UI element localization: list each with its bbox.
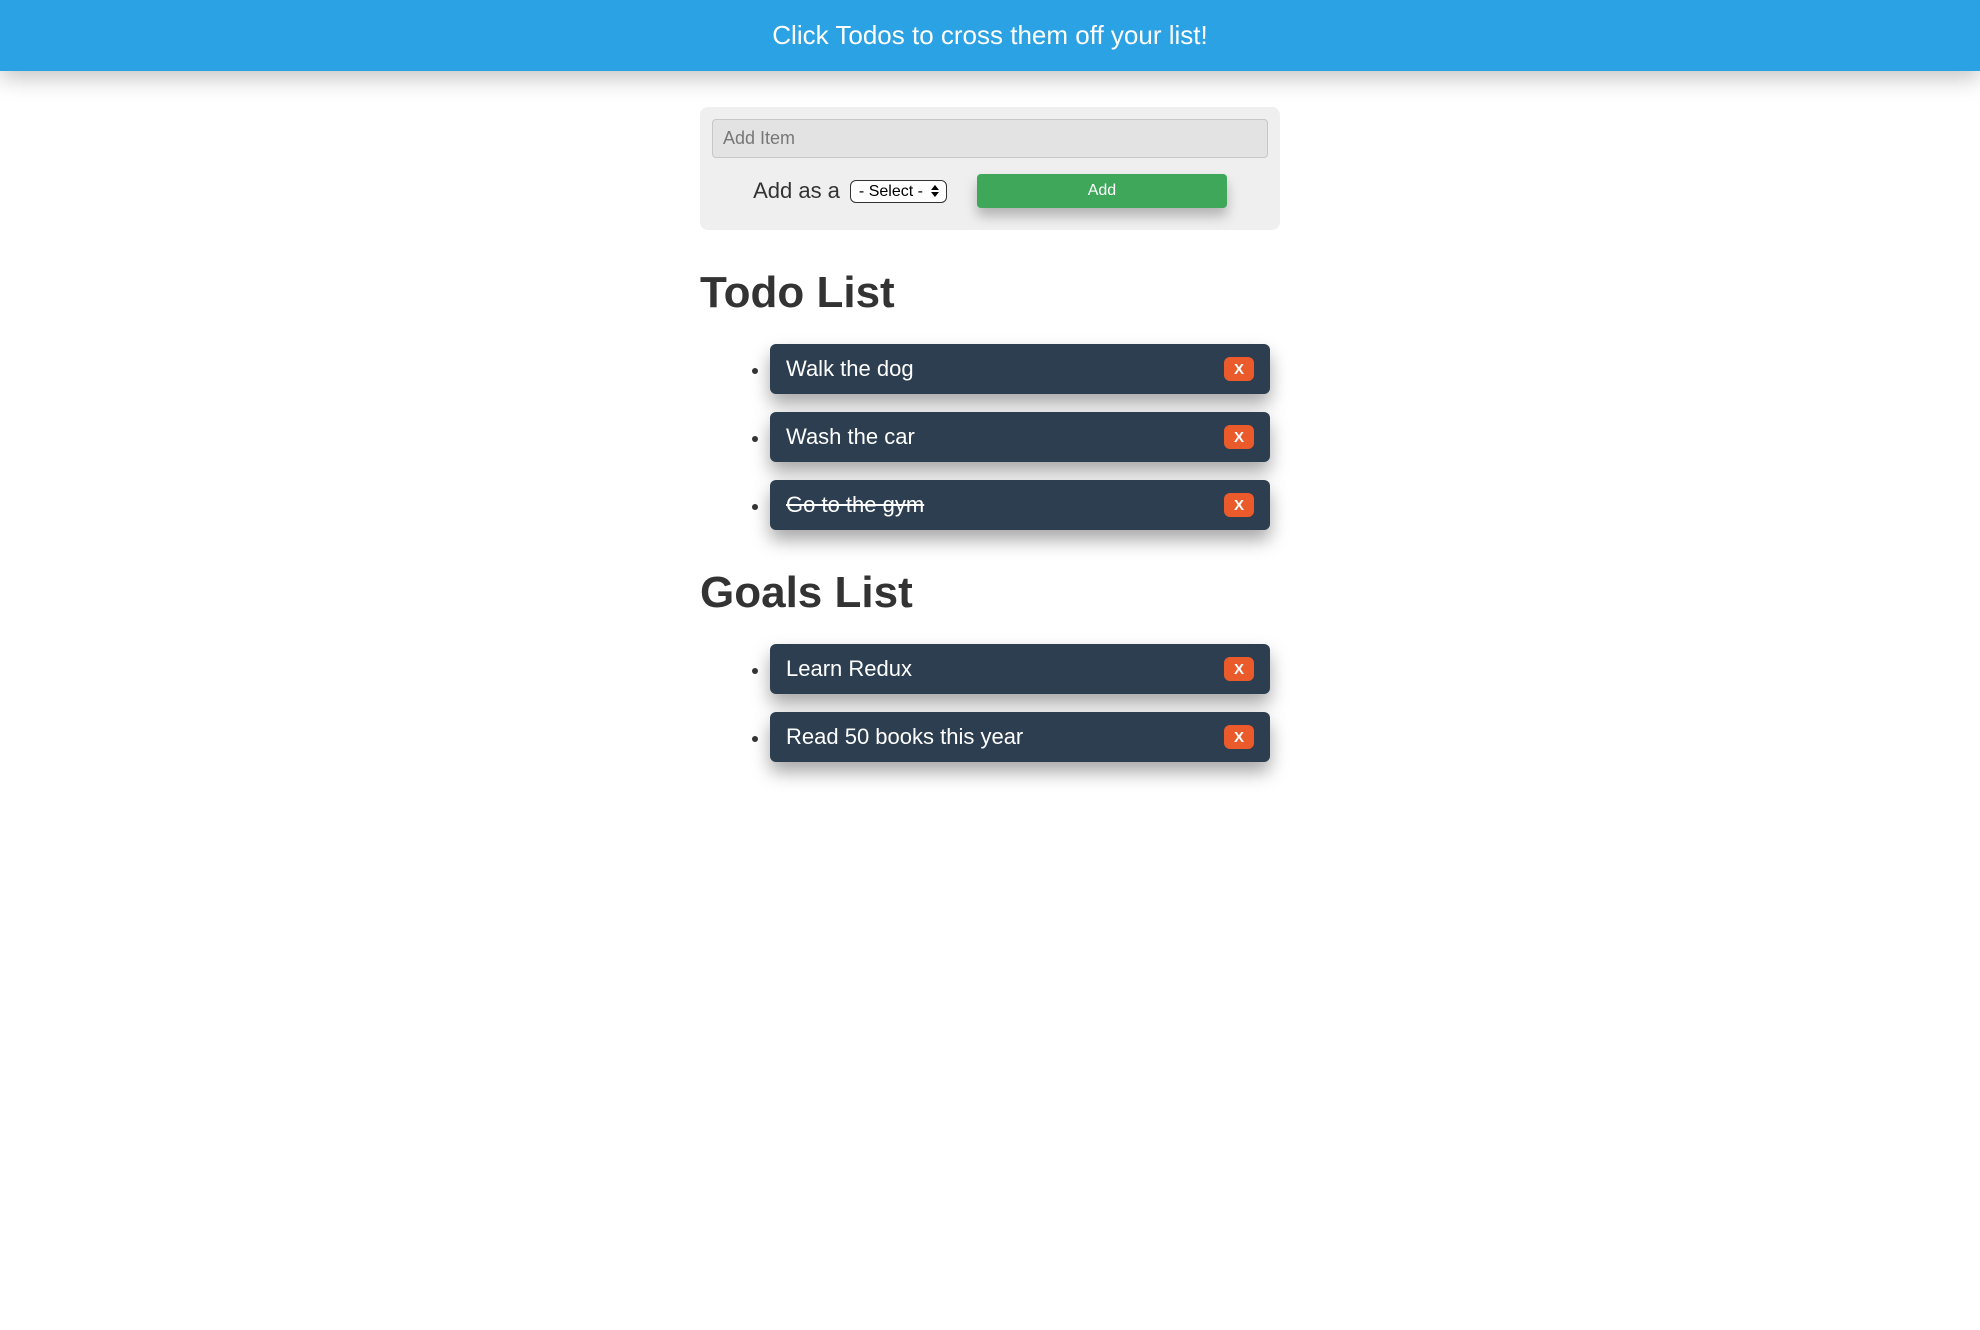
delete-button[interactable]: X	[1224, 725, 1254, 749]
banner-text: Click Todos to cross them off your list!	[772, 20, 1207, 50]
type-select[interactable]: - Select -	[850, 180, 947, 203]
goal-card[interactable]: Read 50 books this year X	[770, 712, 1270, 762]
delete-button[interactable]: X	[1224, 425, 1254, 449]
add-panel: Add as a - Select - Add	[700, 107, 1280, 230]
todo-text: Wash the car	[786, 424, 915, 450]
goal-text: Read 50 books this year	[786, 724, 1023, 750]
todo-list-heading: Todo List	[700, 268, 1280, 318]
list-item: Walk the dog X	[770, 344, 1280, 394]
todo-card[interactable]: Go to the gym X	[770, 480, 1270, 530]
todo-text: Go to the gym	[786, 492, 924, 518]
goals-list-heading: Goals List	[700, 568, 1280, 618]
goal-text: Learn Redux	[786, 656, 912, 682]
delete-button[interactable]: X	[1224, 493, 1254, 517]
list-item: Go to the gym X	[770, 480, 1280, 530]
todo-card[interactable]: Wash the car X	[770, 412, 1270, 462]
list-item: Wash the car X	[770, 412, 1280, 462]
add-item-input[interactable]	[712, 119, 1268, 158]
delete-button[interactable]: X	[1224, 357, 1254, 381]
banner: Click Todos to cross them off your list!	[0, 0, 1980, 71]
goals-list: Learn Redux X Read 50 books this year X	[700, 644, 1280, 762]
type-select-wrap: - Select -	[850, 180, 947, 203]
todo-text: Walk the dog	[786, 356, 914, 382]
todo-list: Walk the dog X Wash the car X Go to the …	[700, 344, 1280, 530]
add-button[interactable]: Add	[977, 174, 1227, 208]
goal-card[interactable]: Learn Redux X	[770, 644, 1270, 694]
list-item: Learn Redux X	[770, 644, 1280, 694]
add-row: Add as a - Select - Add	[712, 174, 1268, 208]
todo-card[interactable]: Walk the dog X	[770, 344, 1270, 394]
add-as-label: Add as a	[753, 178, 840, 204]
delete-button[interactable]: X	[1224, 657, 1254, 681]
main-container: Add as a - Select - Add Todo List Walk t…	[700, 71, 1280, 762]
list-item: Read 50 books this year X	[770, 712, 1280, 762]
